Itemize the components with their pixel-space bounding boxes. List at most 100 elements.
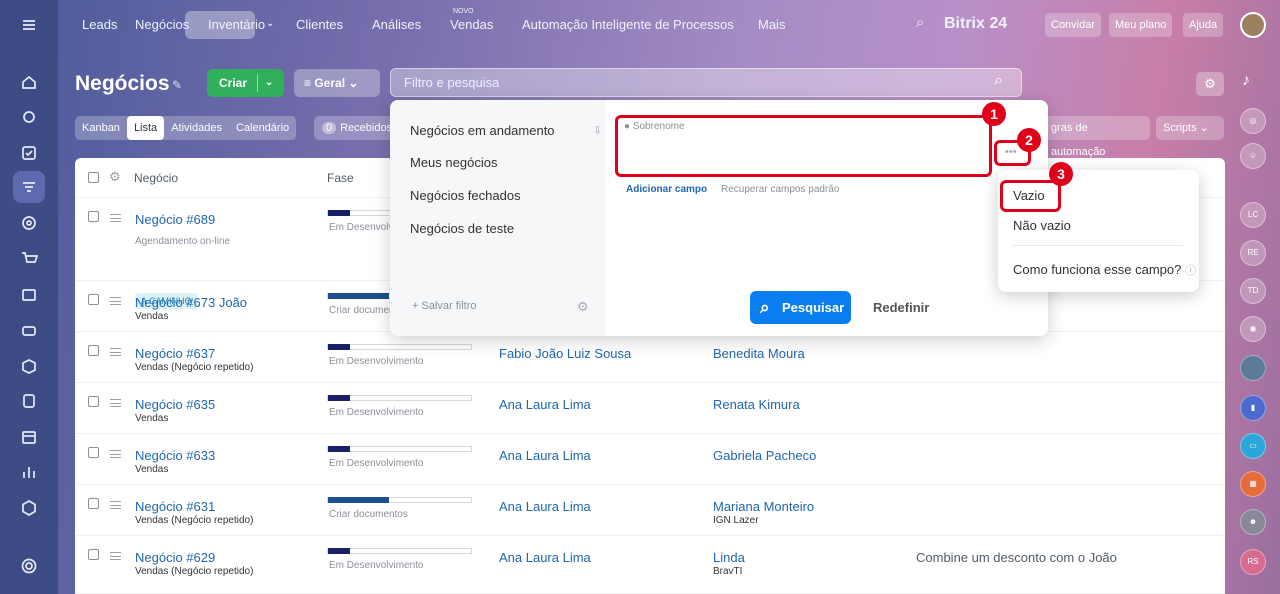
filter-preset-button[interactable]: ≡ Geral ⌄ [294, 69, 380, 97]
preset-in-progress[interactable]: Negócios em andamento [410, 123, 555, 138]
view-kanban[interactable]: Kanban [75, 116, 127, 140]
contact-link[interactable]: Ana Laura Lima [499, 499, 591, 514]
drag-handle-icon[interactable] [110, 501, 121, 509]
nav-deals[interactable]: Negócios [135, 17, 189, 32]
stage-progress[interactable] [327, 446, 472, 452]
gear-icon[interactable]: ⚙ [1196, 72, 1224, 96]
nav-more[interactable]: Mais [758, 17, 785, 32]
row-checkbox[interactable] [88, 294, 99, 305]
table-row[interactable]: Negócio #631 Vendas (Negócio repetido) Cri… [75, 485, 1225, 536]
feed-icon[interactable] [19, 107, 39, 127]
sites-icon[interactable] [19, 285, 39, 305]
deal-link[interactable]: Negócio #689 [135, 212, 215, 227]
received-counter[interactable]: 0 Recebidos [314, 116, 394, 140]
contact-link[interactable]: Ana Laura Lima [499, 550, 591, 565]
add-field-link[interactable]: Adicionar campo [626, 184, 707, 195]
drag-handle-icon[interactable] [110, 297, 121, 305]
nav-sales[interactable]: Vendas [450, 17, 493, 32]
chat-icon[interactable]: ☺ [1240, 143, 1266, 169]
preset-test[interactable]: Negócios de teste [410, 221, 514, 236]
group-icon[interactable]: ☻ [1240, 509, 1266, 535]
drag-handle-icon[interactable] [110, 552, 121, 560]
invite-button[interactable]: Convidar [1045, 13, 1102, 37]
help-button[interactable]: Ajuda [1183, 13, 1224, 37]
drag-handle-icon[interactable] [110, 348, 121, 356]
preset-closed[interactable]: Negócios fechados [410, 188, 521, 203]
rightbar-avatar-2[interactable]: RE [1240, 240, 1266, 266]
table-row[interactable]: Negócio #637 Vendas (Negócio repetido) Em … [75, 332, 1225, 383]
row-checkbox[interactable] [88, 498, 99, 509]
automation-rules-button[interactable]: gras de automação [1044, 116, 1150, 158]
search-icon[interactable]: ⌕ [994, 72, 1003, 90]
drag-handle-icon[interactable] [110, 450, 121, 458]
view-activities[interactable]: Atividades [164, 116, 229, 140]
person-link[interactable]: Gabriela Pacheco [713, 448, 816, 463]
menu-icon[interactable] [19, 15, 39, 35]
pin-icon[interactable]: ⇩ [593, 124, 602, 137]
rightbar-avatar-3[interactable]: TD [1240, 278, 1266, 304]
deal-link[interactable]: Negócio #637 [135, 346, 215, 361]
crm-icon[interactable] [19, 177, 39, 197]
hexagon-icon[interactable] [19, 498, 39, 518]
row-checkbox[interactable] [88, 211, 99, 222]
menu-how-it-works[interactable]: Como funciona esse campo? ⓘ [1013, 262, 1196, 278]
col-stage[interactable]: Fase [327, 171, 354, 185]
table-row[interactable]: Negócio #633 Vendas Em Desenvolvimento Ana … [75, 434, 1225, 485]
select-all-checkbox[interactable] [88, 172, 99, 183]
nav-analytics[interactable]: Análises [372, 17, 421, 32]
person-link[interactable]: Mariana Monteiro [713, 499, 814, 514]
nav-inventory[interactable]: Inventário [208, 17, 265, 32]
table-row[interactable]: Negócio #629 Vendas (Negócio repetido) Em … [75, 536, 1225, 594]
row-checkbox[interactable] [88, 396, 99, 407]
row-checkbox[interactable] [88, 345, 99, 356]
cart-icon[interactable] [19, 249, 39, 269]
restore-fields-link[interactable]: Recuperar campos padrão [721, 184, 839, 195]
deal-link[interactable]: Negócio #633 [135, 448, 215, 463]
deal-link[interactable]: Negócio #673 João [135, 295, 247, 310]
calendar-icon[interactable] [19, 427, 39, 447]
message-icon[interactable]: ▭ [1240, 433, 1266, 459]
avatar[interactable] [1240, 12, 1266, 38]
chevron-down-icon[interactable]: ⌄ [265, 69, 273, 97]
nav-automation[interactable]: Automação Inteligente de Processos [522, 17, 734, 32]
nav-clients[interactable]: Clientes [296, 17, 343, 32]
rightbar-icon[interactable]: ◉ [1240, 316, 1266, 342]
save-filter-button[interactable]: + Salvar filtro [412, 300, 477, 312]
gear-icon[interactable]: ⚙ [109, 169, 121, 185]
plan-button[interactable]: Meu plano [1109, 13, 1173, 37]
bookmark-icon[interactable]: ▮ [1240, 395, 1266, 421]
stage-progress[interactable] [327, 395, 472, 401]
stage-progress[interactable] [327, 344, 472, 350]
calendar-icon[interactable]: ▦ [1240, 471, 1266, 497]
person-link[interactable]: Renata Kimura [713, 397, 800, 412]
drag-handle-icon[interactable] [110, 214, 121, 222]
rightbar-avatar[interactable] [1240, 355, 1266, 381]
contact-link[interactable]: Ana Laura Lima [499, 397, 591, 412]
contact-link[interactable]: Ana Laura Lima [499, 448, 591, 463]
row-checkbox[interactable] [88, 447, 99, 458]
box-icon[interactable] [19, 356, 39, 376]
person-link[interactable]: Linda [713, 550, 745, 565]
home-icon[interactable] [19, 72, 39, 92]
drag-handle-icon[interactable] [110, 399, 121, 407]
search-input[interactable]: Filtro e pesquisa [390, 68, 1022, 97]
create-button[interactable]: Criar ⌄ [207, 69, 284, 97]
storage-icon[interactable] [19, 391, 39, 411]
rightbar-avatar-1[interactable]: LC [1240, 202, 1266, 228]
nav-leads[interactable]: Leads [82, 17, 117, 32]
search-icon[interactable]: ⌕ [916, 14, 924, 31]
target-icon[interactable] [19, 213, 39, 233]
menu-not-empty[interactable]: Não vazio [1013, 218, 1071, 233]
more-options-icon[interactable]: ••• [1005, 146, 1017, 158]
scripts-button[interactable]: Scripts ⌄ [1156, 116, 1224, 140]
tasks-icon[interactable] [19, 143, 39, 163]
view-calendar[interactable]: Calendário [229, 116, 296, 140]
gear-icon[interactable]: ⚙ [577, 299, 589, 315]
table-row[interactable]: Negócio #635 Vendas Em Desenvolvimento Ana … [75, 383, 1225, 434]
pin-icon[interactable]: ✎ [172, 78, 182, 92]
stage-progress[interactable] [327, 548, 472, 554]
settings-icon[interactable] [19, 556, 39, 576]
contact-link[interactable]: Fabio João Luiz Sousa [499, 346, 631, 361]
view-list[interactable]: Lista [126, 116, 165, 140]
col-deal[interactable]: Negócio [134, 171, 178, 185]
